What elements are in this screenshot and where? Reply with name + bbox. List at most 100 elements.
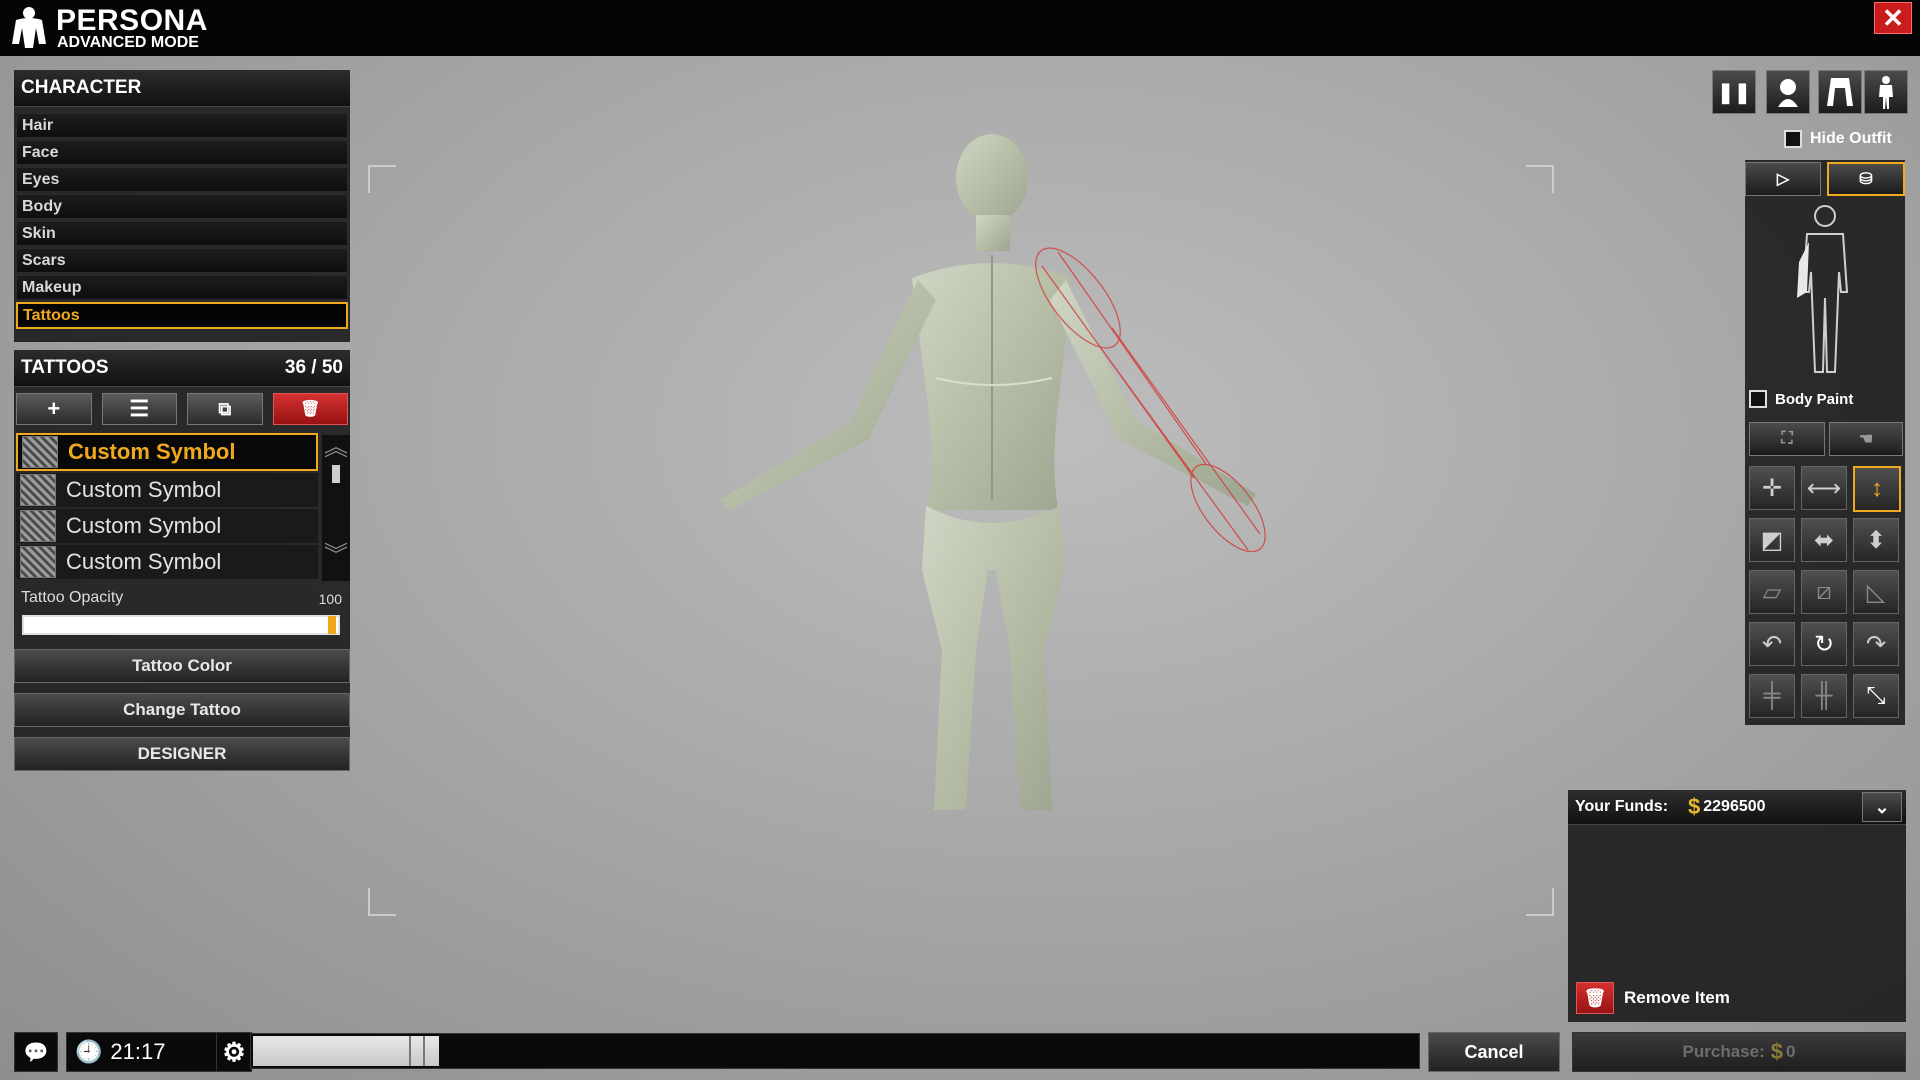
tattoo-opacity-value: 100	[318, 591, 342, 607]
menu-item-face[interactable]: Face	[16, 140, 348, 165]
slider-knob[interactable]	[328, 616, 336, 634]
add-tattoo-button[interactable]: +	[16, 393, 92, 425]
trash-icon: 🗑	[300, 401, 321, 418]
tattoo-list-scrollbar[interactable]: ︽ ︾	[322, 435, 350, 581]
scroll-thumb[interactable]	[332, 465, 340, 483]
menu-item-eyes[interactable]: Eyes	[16, 167, 348, 192]
progress-divider	[423, 1036, 426, 1066]
skew-horizontal-icon: ⧄	[1816, 578, 1832, 605]
focus-icon: ⛶	[1781, 430, 1793, 447]
play-icon: ▷	[1776, 171, 1790, 188]
scale-vertical-button[interactable]: ⬍	[1853, 518, 1899, 562]
skew-horizontal-button[interactable]: ⧄	[1801, 570, 1847, 614]
menu-item-skin[interactable]: Skin	[16, 221, 348, 246]
rotate-icon: ↻	[1813, 630, 1835, 658]
animate-button[interactable]: ▷	[1745, 162, 1821, 196]
trash-icon: 🗑	[1576, 982, 1614, 1014]
reset-icon: ⤡	[1866, 682, 1886, 709]
viewport-corner	[1526, 888, 1554, 916]
scroll-down-icon[interactable]: ︾	[322, 543, 350, 569]
list-item[interactable]: Custom Symbol	[16, 473, 318, 507]
duplicate-icon: ⧉	[218, 398, 232, 419]
torso-icon	[1827, 78, 1853, 106]
scroll-up-icon[interactable]: ︽	[322, 435, 350, 461]
tattoo-opacity-row: Tattoo Opacity 100	[14, 581, 350, 609]
duplicate-tattoo-button[interactable]: ⧉	[187, 393, 263, 425]
purchase-button[interactable]: Purchase: $ 0	[1572, 1032, 1906, 1072]
scale-vertical-icon: ⬍	[1865, 526, 1887, 554]
scale-horizontal-button[interactable]: ⬌	[1801, 518, 1847, 562]
move-button[interactable]: ✛	[1749, 466, 1795, 510]
tattoo-name: Custom Symbol	[66, 549, 222, 574]
skew-icon: ▱	[1762, 578, 1782, 606]
settings-button[interactable]: ⚙	[216, 1032, 252, 1072]
tattoo-thumbnail	[20, 474, 56, 506]
reset-transform-button[interactable]: ⤡	[1853, 674, 1899, 718]
list-item[interactable]: Custom Symbol	[16, 545, 318, 579]
menu-item-scars[interactable]: Scars	[16, 248, 348, 273]
view-head-button[interactable]	[1766, 70, 1810, 114]
pause-button[interactable]: ❚❚	[1712, 70, 1756, 114]
chat-button[interactable]: 💬	[14, 1032, 58, 1072]
scale-horizontal-icon: ⬌	[1813, 526, 1835, 554]
hide-outfit-checkbox[interactable]	[1784, 130, 1802, 148]
full-body-icon	[1879, 76, 1893, 109]
move-horizontal-button[interactable]: ⟷	[1801, 466, 1847, 510]
focus-button[interactable]: ⛶	[1749, 422, 1825, 456]
menu-item-tattoos[interactable]: Tattoos	[16, 302, 348, 329]
rotate-left-button[interactable]: ↶	[1749, 622, 1795, 666]
funds-label: Your Funds:	[1575, 798, 1669, 815]
bottom-bar: 💬 🕘 21:17 ⚙ Cancel Purchase: $ 0	[0, 1028, 1920, 1080]
hide-outfit-toggle[interactable]: Hide Outfit	[1784, 130, 1892, 148]
body-paint-label: Body Paint	[1775, 390, 1854, 408]
skew-vertical-button[interactable]: ◺	[1853, 570, 1899, 614]
body-placement-panel: ▷ ⛁ Body Paint ⛶ ☚ ✛ ⟷ ↕ ◩ ⬌ ⬍ ▱ ⧄ ◺ ↶ ↻…	[1745, 160, 1905, 725]
funds-header: Your Funds: $2296500 ⌄	[1568, 790, 1906, 825]
flip-horizontal-button[interactable]: ╪	[1749, 674, 1795, 718]
tattoo-count: 36 / 50	[284, 357, 343, 378]
body-paint-checkbox[interactable]	[1749, 390, 1767, 408]
vertical-icon: ↕	[1871, 475, 1883, 502]
move-vertical-button[interactable]: ↕	[1853, 466, 1901, 512]
clock-icon: 🕘	[75, 1039, 103, 1064]
viewport-corner	[368, 888, 396, 916]
character-model[interactable]	[700, 130, 1300, 830]
view-full-body-button[interactable]	[1864, 70, 1908, 114]
tattoo-opacity-slider[interactable]	[22, 615, 340, 635]
funds-dropdown-button[interactable]: ⌄	[1862, 792, 1902, 822]
cancel-button[interactable]: Cancel	[1428, 1032, 1560, 1072]
purchase-amount: 0	[1785, 1042, 1796, 1061]
delete-tattoo-button[interactable]: 🗑	[272, 393, 348, 425]
list-item[interactable]: Custom Symbol	[16, 433, 318, 471]
designer-button[interactable]: DESIGNER	[14, 737, 350, 771]
body-map-icon[interactable]	[1785, 202, 1865, 377]
title-bar: PERSONA ADVANCED MODE ✕	[0, 0, 1920, 56]
tattoo-thumbnail	[20, 510, 56, 542]
close-button[interactable]: ✕	[1874, 2, 1912, 34]
align-icon: ☰	[129, 396, 150, 421]
list-item[interactable]: Custom Symbol	[16, 509, 318, 543]
menu-item-makeup[interactable]: Makeup	[16, 275, 348, 300]
pointer-button[interactable]: ☚	[1829, 422, 1903, 456]
skew-vertical-icon: ◺	[1866, 578, 1886, 606]
body-paint-toggle[interactable]: Body Paint	[1749, 390, 1853, 408]
change-tattoo-button[interactable]: Change Tattoo	[14, 693, 350, 727]
remove-item-button[interactable]: 🗑 Remove Item	[1576, 982, 1730, 1014]
rotate-button[interactable]: ↻	[1801, 622, 1847, 666]
tattoo-color-button[interactable]: Tattoo Color	[14, 649, 350, 683]
tattoo-thumbnail	[20, 546, 56, 578]
cylinder-mode-button[interactable]: ⛁	[1827, 162, 1905, 196]
hide-outfit-label: Hide Outfit	[1810, 130, 1892, 147]
rotate-right-button[interactable]: ↷	[1853, 622, 1899, 666]
scale-button[interactable]: ◩	[1749, 518, 1795, 562]
view-torso-button[interactable]	[1818, 70, 1862, 114]
character-header: CHARACTER	[14, 70, 350, 107]
align-tattoo-button[interactable]: ☰	[101, 393, 177, 425]
flip-vertical-button[interactable]: ╫	[1801, 674, 1847, 718]
menu-item-body[interactable]: Body	[16, 194, 348, 219]
skew-button[interactable]: ▱	[1749, 570, 1795, 614]
viewport-corner	[1526, 165, 1554, 193]
menu-item-hair[interactable]: Hair	[16, 113, 348, 138]
remove-item-label: Remove Item	[1624, 988, 1730, 1007]
chat-icon: 💬	[23, 1041, 49, 1064]
